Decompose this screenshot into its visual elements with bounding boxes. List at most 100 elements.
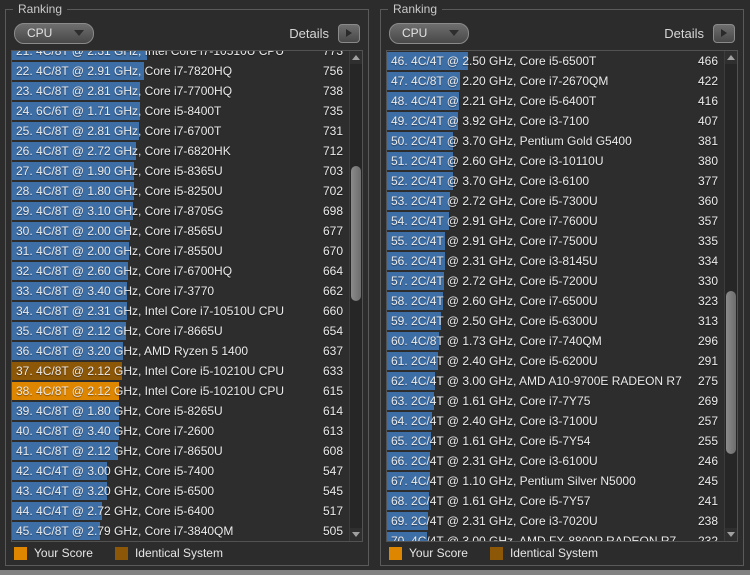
row-label: 47. 4C/8T @ 2.20 GHz, Core i7-2670QM	[391, 71, 608, 91]
ranking-row[interactable]: 50. 2C/4T @ 3.70 GHz, Pentium Gold G5400…	[387, 131, 724, 151]
list-rows: 21. 4C/8T @ 2.31 GHz, Intel Core i7-1051…	[12, 51, 349, 541]
ranking-row[interactable]: 54. 2C/4T @ 2.91 GHz, Core i7-7600U 357	[387, 211, 724, 231]
ranking-row[interactable]: 38. 4C/8T @ 2.12 GHz, Intel Core i5-1021…	[12, 381, 349, 401]
ranking-row[interactable]: 53. 2C/4T @ 2.72 GHz, Core i5-7300U 360	[387, 191, 724, 211]
ranking-panel-right: Ranking CPU Details 46. 4C/4T @ 2.50 GHz…	[380, 9, 744, 566]
ranking-row[interactable]: 55. 2C/4T @ 2.91 GHz, Core i7-7500U 335	[387, 231, 724, 251]
scrollbar[interactable]	[349, 51, 362, 541]
category-dropdown[interactable]: CPU	[389, 23, 469, 44]
row-label: 51. 2C/4T @ 2.60 GHz, Core i3-10110U	[391, 151, 604, 171]
ranking-row[interactable]: 67. 4C/4T @ 1.10 GHz, Pentium Silver N50…	[387, 471, 724, 491]
ranking-row[interactable]: 24. 6C/6T @ 1.71 GHz, Core i5-8400T 735	[12, 101, 349, 121]
ranking-row[interactable]: 34. 4C/8T @ 2.31 GHz, Intel Core i7-1051…	[12, 301, 349, 321]
ranking-row[interactable]: 61. 2C/4T @ 2.40 GHz, Core i5-6200U 291	[387, 351, 724, 371]
ranking-row[interactable]: 52. 2C/4T @ 3.70 GHz, Core i3-6100 377	[387, 171, 724, 191]
category-dropdown[interactable]: CPU	[14, 23, 94, 44]
ranking-row[interactable]: 58. 2C/4T @ 2.60 GHz, Core i7-6500U 323	[387, 291, 724, 311]
ranking-row[interactable]: 37. 4C/8T @ 2.12 GHz, Intel Core i5-1021…	[12, 361, 349, 381]
row-score: 712	[323, 141, 343, 161]
ranking-row[interactable]: 39. 4C/8T @ 1.80 GHz, Core i5-8265U 614	[12, 401, 349, 421]
ranking-row[interactable]: 29. 4C/8T @ 3.10 GHz, Core i7-8705G 698	[12, 201, 349, 221]
scroll-down-button[interactable]	[725, 528, 737, 541]
details-button[interactable]	[713, 24, 735, 43]
row-label: 63. 2C/4T @ 1.61 GHz, Core i7-7Y75	[391, 391, 590, 411]
ranking-row[interactable]: 28. 4C/8T @ 1.80 GHz, Core i5-8250U 702	[12, 181, 349, 201]
ranking-row[interactable]: 64. 2C/4T @ 2.40 GHz, Core i3-7100U 257	[387, 411, 724, 431]
ranking-row[interactable]: 57. 2C/4T @ 2.72 GHz, Core i5-7200U 330	[387, 271, 724, 291]
your-score-swatch	[14, 547, 27, 560]
row-score: 731	[323, 121, 343, 141]
details-button[interactable]	[338, 24, 360, 43]
ranking-row[interactable]: 70. 4C/4T @ 3.00 GHz, AMD FX-8800P RADEO…	[387, 531, 724, 541]
ranking-row[interactable]: 30. 4C/8T @ 2.00 GHz, Core i7-8565U 677	[12, 221, 349, 241]
ranking-row[interactable]: 41. 4C/8T @ 2.12 GHz, Core i7-8650U 608	[12, 441, 349, 461]
ranking-row[interactable]: 51. 2C/4T @ 2.60 GHz, Core i3-10110U 380	[387, 151, 724, 171]
ranking-row[interactable]: 47. 4C/8T @ 2.20 GHz, Core i7-2670QM 422	[387, 71, 724, 91]
ranking-row[interactable]: 63. 2C/4T @ 1.61 GHz, Core i7-7Y75 269	[387, 391, 724, 411]
row-score: 738	[323, 81, 343, 101]
legend: Your Score Identical System	[14, 545, 223, 561]
ranking-row[interactable]: 35. 4C/8T @ 2.12 GHz, Core i7-8665U 654	[12, 321, 349, 341]
scrollbar-thumb[interactable]	[351, 166, 361, 301]
row-label: 23. 4C/8T @ 2.81 GHz, Core i7-7700HQ	[16, 81, 232, 101]
scroll-up-button[interactable]	[350, 51, 362, 64]
row-label: 59. 2C/4T @ 2.50 GHz, Core i5-6300U	[391, 311, 598, 331]
ranking-row[interactable]: 40. 4C/8T @ 3.40 GHz, Core i7-2600 613	[12, 421, 349, 441]
ranking-row[interactable]: 66. 2C/4T @ 2.31 GHz, Core i3-6100U 246	[387, 451, 724, 471]
ranking-row[interactable]: 44. 4C/4T @ 2.72 GHz, Core i5-6400 517	[12, 501, 349, 521]
scrollbar[interactable]	[724, 51, 737, 541]
ranking-row[interactable]: 56. 2C/4T @ 2.31 GHz, Core i3-8145U 334	[387, 251, 724, 271]
ranking-row[interactable]: 62. 4C/4T @ 3.00 GHz, AMD A10-9700E RADE…	[387, 371, 724, 391]
ranking-row[interactable]: 45. 4C/8T @ 2.79 GHz, Core i7-3840QM 505	[12, 521, 349, 541]
row-label: 44. 4C/4T @ 2.72 GHz, Core i5-6400	[16, 501, 214, 521]
row-score: 670	[323, 241, 343, 261]
ranking-row[interactable]: 69. 2C/4T @ 2.31 GHz, Core i3-7020U 238	[387, 511, 724, 531]
your-score-label: Your Score	[409, 546, 468, 560]
ranking-row[interactable]: 59. 2C/4T @ 2.50 GHz, Core i5-6300U 313	[387, 311, 724, 331]
row-score: 614	[323, 401, 343, 421]
scrollbar-track[interactable]	[726, 64, 736, 528]
ranking-row[interactable]: 68. 2C/4T @ 1.61 GHz, Core i5-7Y57 241	[387, 491, 724, 511]
row-label: 67. 4C/4T @ 1.10 GHz, Pentium Silver N50…	[391, 471, 636, 491]
ranking-row[interactable]: 48. 4C/4T @ 2.21 GHz, Core i5-6400T 416	[387, 91, 724, 111]
ranking-row[interactable]: 31. 4C/8T @ 2.00 GHz, Core i7-8550U 670	[12, 241, 349, 261]
identical-system-label: Identical System	[510, 546, 598, 560]
ranking-row[interactable]: 23. 4C/8T @ 2.81 GHz, Core i7-7700HQ 738	[12, 81, 349, 101]
row-label: 48. 4C/4T @ 2.21 GHz, Core i5-6400T	[391, 91, 596, 111]
ranking-row[interactable]: 26. 4C/8T @ 2.72 GHz, Core i7-6820HK 712	[12, 141, 349, 161]
category-dropdown-value: CPU	[402, 26, 427, 40]
row-score: 232	[698, 531, 718, 541]
ranking-row[interactable]: 25. 4C/8T @ 2.81 GHz, Core i7-6700T 731	[12, 121, 349, 141]
row-label: 39. 4C/8T @ 1.80 GHz, Core i5-8265U	[16, 401, 223, 421]
row-label: 21. 4C/8T @ 2.31 GHz, Intel Core i7-1051…	[16, 51, 284, 61]
row-score: 334	[698, 251, 718, 271]
row-label: 69. 2C/4T @ 2.31 GHz, Core i3-7020U	[391, 511, 598, 531]
arrow-right-icon	[721, 29, 727, 37]
scroll-down-button[interactable]	[350, 528, 362, 541]
ranking-row[interactable]: 46. 4C/4T @ 2.50 GHz, Core i5-6500T 466	[387, 51, 724, 71]
row-label: 32. 4C/8T @ 2.60 GHz, Core i7-6700HQ	[16, 261, 232, 281]
ranking-row[interactable]: 22. 4C/8T @ 2.91 GHz, Core i7-7820HQ 756	[12, 61, 349, 81]
ranking-row[interactable]: 32. 4C/8T @ 2.60 GHz, Core i7-6700HQ 664	[12, 261, 349, 281]
details-label: Details	[664, 26, 704, 41]
ranking-row[interactable]: 60. 4C/8T @ 1.73 GHz, Core i7-740QM 296	[387, 331, 724, 351]
ranking-row[interactable]: 65. 2C/4T @ 1.61 GHz, Core i5-7Y54 255	[387, 431, 724, 451]
row-score: 466	[698, 51, 718, 71]
ranking-row[interactable]: 33. 4C/8T @ 3.40 GHz, Core i7-3770 662	[12, 281, 349, 301]
ranking-row[interactable]: 27. 4C/8T @ 1.90 GHz, Core i5-8365U 703	[12, 161, 349, 181]
ranking-row[interactable]: 21. 4C/8T @ 2.31 GHz, Intel Core i7-1051…	[12, 51, 349, 61]
ranking-row[interactable]: 49. 2C/4T @ 3.92 GHz, Core i3-7100 407	[387, 111, 724, 131]
row-score: 613	[323, 421, 343, 441]
row-score: 245	[698, 471, 718, 491]
row-label: 62. 4C/4T @ 3.00 GHz, AMD A10-9700E RADE…	[391, 371, 682, 391]
row-label: 65. 2C/4T @ 1.61 GHz, Core i5-7Y54	[391, 431, 590, 451]
scrollbar-thumb[interactable]	[726, 291, 736, 453]
row-label: 41. 4C/8T @ 2.12 GHz, Core i7-8650U	[16, 441, 223, 461]
scrollbar-track[interactable]	[351, 64, 361, 528]
ranking-row[interactable]: 42. 4C/4T @ 3.00 GHz, Core i5-7400 547	[12, 461, 349, 481]
ranking-row[interactable]: 36. 4C/8T @ 3.20 GHz, AMD Ryzen 5 1400 6…	[12, 341, 349, 361]
identical-system-label: Identical System	[135, 546, 223, 560]
row-label: 42. 4C/4T @ 3.00 GHz, Core i5-7400	[16, 461, 214, 481]
ranking-row[interactable]: 43. 4C/4T @ 3.20 GHz, Core i5-6500 545	[12, 481, 349, 501]
scroll-up-button[interactable]	[725, 51, 737, 64]
